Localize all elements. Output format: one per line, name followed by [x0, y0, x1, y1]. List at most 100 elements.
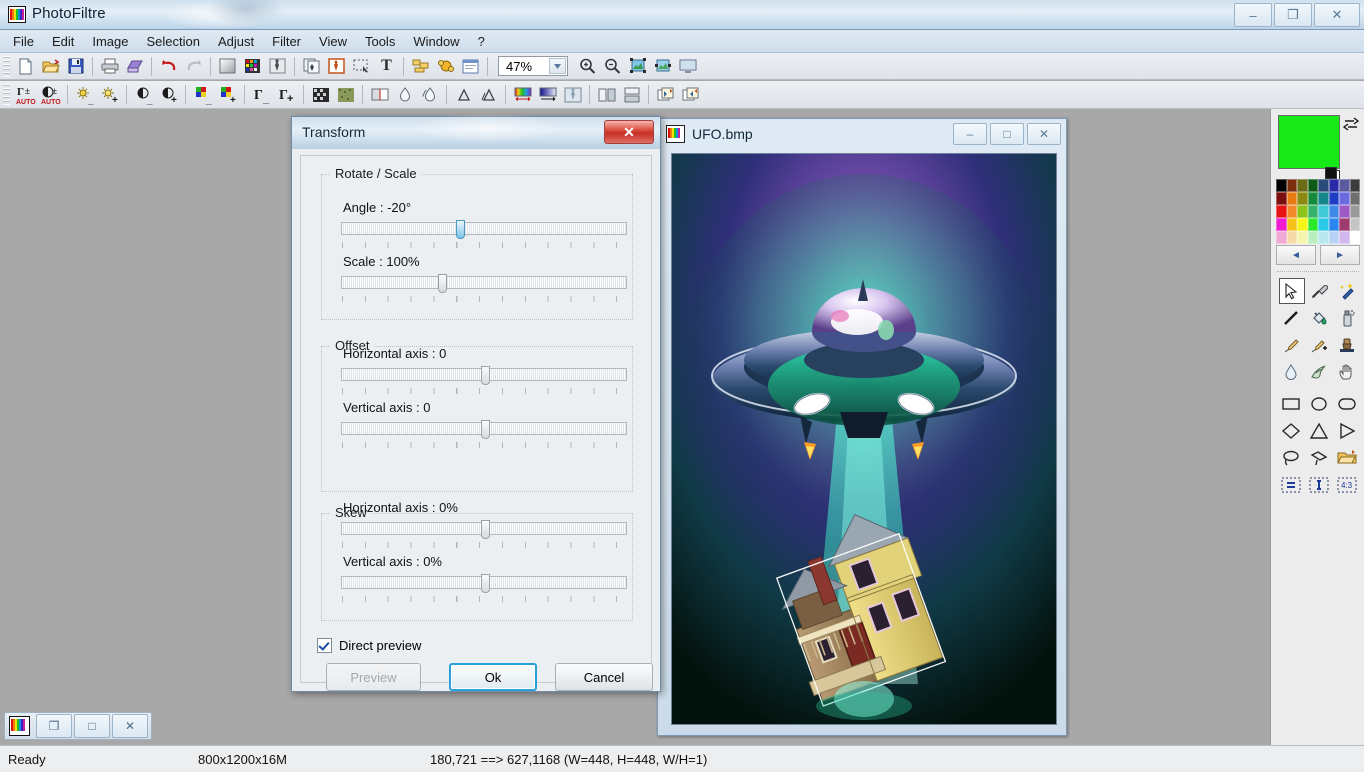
angle-slider-thumb[interactable] — [456, 220, 465, 239]
palette-swatch[interactable] — [1339, 218, 1350, 231]
shape-rectangle[interactable] — [1277, 390, 1305, 417]
palette-swatch[interactable] — [1276, 205, 1287, 218]
selection-ratio-fixed[interactable] — [1305, 471, 1333, 498]
rotate-right-icon[interactable] — [679, 83, 702, 106]
palette-swatch[interactable] — [1307, 218, 1318, 231]
image-close-button[interactable]: ✕ — [1027, 123, 1061, 145]
skew-horizontal-thumb[interactable] — [481, 520, 490, 539]
palette-swatch[interactable] — [1276, 231, 1287, 244]
maximize-child-button[interactable]: □ — [74, 714, 110, 738]
palette-swatch[interactable] — [1349, 192, 1360, 205]
flip-vertical-icon[interactable] — [620, 83, 643, 106]
sharpen-more-icon[interactable] — [477, 83, 500, 106]
dither-icon[interactable] — [309, 83, 332, 106]
palette-swatch[interactable] — [1349, 231, 1360, 244]
skew-vertical-thumb[interactable] — [481, 574, 490, 593]
palette-swatch[interactable] — [1297, 218, 1308, 231]
palette-swatch[interactable] — [1339, 205, 1350, 218]
palette-swatch[interactable] — [1328, 179, 1339, 192]
tool-paintbrush[interactable] — [1277, 331, 1305, 358]
menu-adjust[interactable]: Adjust — [209, 31, 263, 52]
selection-icon[interactable] — [350, 55, 373, 78]
new-icon[interactable] — [14, 55, 37, 78]
redo-icon[interactable] — [182, 55, 205, 78]
contrast-down-icon[interactable]: _ — [132, 83, 155, 106]
minimize-button[interactable]: – — [1234, 3, 1272, 27]
transform-dialog[interactable]: Transform ✕ Rotate / Scale Angle : -20° … — [291, 113, 661, 692]
effects-icon[interactable] — [434, 55, 457, 78]
shape-load-selection[interactable] — [1333, 444, 1361, 471]
print-preview-icon[interactable] — [123, 55, 146, 78]
copy-image-icon[interactable] — [300, 55, 323, 78]
image-minimize-button[interactable]: – — [953, 123, 987, 145]
undo-icon[interactable] — [157, 55, 180, 78]
swap-colors-icon[interactable] — [1342, 115, 1360, 131]
sharpen-icon[interactable] — [452, 83, 475, 106]
tool-smudge[interactable] — [1305, 358, 1333, 385]
gradient-icon[interactable] — [216, 55, 239, 78]
palette-swatch[interactable] — [1297, 192, 1308, 205]
menu-filter[interactable]: Filter — [263, 31, 310, 52]
dialog-close-button[interactable]: ✕ — [604, 120, 654, 144]
hue-gradient-icon[interactable] — [511, 83, 534, 106]
angle-slider[interactable] — [341, 220, 627, 239]
palette-swatch[interactable] — [1328, 192, 1339, 205]
palette-swatch[interactable] — [1297, 231, 1308, 244]
offset-vertical-slider[interactable] — [341, 420, 627, 439]
menu-view[interactable]: View — [310, 31, 356, 52]
brightness-down-icon[interactable]: _ — [73, 83, 96, 106]
halftone-icon[interactable] — [368, 83, 391, 106]
toolbar-grip[interactable] — [3, 55, 10, 77]
auto-contrast-icon[interactable]: ± AUTO — [39, 83, 62, 106]
menu-image[interactable]: Image — [83, 31, 137, 52]
tool-eyedropper[interactable] — [1305, 277, 1333, 304]
zoom-level-combobox[interactable]: 47% — [498, 56, 568, 76]
brightness-up-icon[interactable]: + — [98, 83, 121, 106]
palette-swatch[interactable] — [1276, 192, 1287, 205]
shape-triangle[interactable] — [1305, 417, 1333, 444]
ok-button[interactable]: Ok — [449, 663, 537, 691]
palette-swatch[interactable] — [1307, 231, 1318, 244]
menu-window[interactable]: Window — [404, 31, 468, 52]
gamma-down-icon[interactable]: Γ _ — [250, 83, 273, 106]
palette-swatch[interactable] — [1318, 218, 1329, 231]
image-window[interactable]: UFO.bmp – □ ✕ — [657, 118, 1067, 736]
palette-swatch[interactable] — [1286, 179, 1297, 192]
fullscreen-icon[interactable] — [676, 55, 699, 78]
shape-right-triangle[interactable] — [1333, 417, 1361, 444]
shape-diamond[interactable] — [1277, 417, 1305, 444]
image-maximize-button[interactable]: □ — [990, 123, 1024, 145]
shape-ellipse[interactable] — [1305, 390, 1333, 417]
menu-help[interactable]: ? — [469, 31, 494, 52]
close-button[interactable]: ✕ — [1314, 3, 1360, 27]
close-child-button[interactable]: ✕ — [112, 714, 148, 738]
open-icon[interactable] — [39, 55, 62, 78]
palette-swatch[interactable] — [1307, 179, 1318, 192]
shape-lasso[interactable] — [1277, 444, 1305, 471]
saturation-down-icon[interactable]: _ — [191, 83, 214, 106]
texture-icon[interactable] — [334, 83, 357, 106]
palette-swatch[interactable] — [1286, 231, 1297, 244]
tool-blur-drop[interactable] — [1277, 358, 1305, 385]
distort-icon[interactable] — [561, 83, 584, 106]
mask-icon[interactable] — [266, 55, 289, 78]
menu-tools[interactable]: Tools — [356, 31, 404, 52]
save-icon[interactable] — [64, 55, 87, 78]
palette-swatch[interactable] — [1339, 192, 1350, 205]
preview-button[interactable]: Preview — [326, 663, 421, 691]
palette-swatch[interactable] — [1339, 231, 1350, 244]
palette-icon[interactable] — [241, 55, 264, 78]
selection-ratio-equal[interactable] — [1277, 471, 1305, 498]
offset-horizontal-slider[interactable] — [341, 366, 627, 385]
palette-swatch[interactable] — [1276, 218, 1287, 231]
palette-swatch[interactable] — [1339, 179, 1350, 192]
saturation-up-icon[interactable]: + — [216, 83, 239, 106]
text-icon[interactable]: T — [375, 55, 398, 78]
contrast-up-icon[interactable]: + — [157, 83, 180, 106]
toolbar-grip[interactable] — [3, 84, 10, 105]
tool-line[interactable] — [1277, 304, 1305, 331]
layers-icon[interactable] — [409, 55, 432, 78]
palette-swatch[interactable] — [1328, 218, 1339, 231]
chevron-down-icon[interactable] — [549, 58, 566, 74]
palette-swatch[interactable] — [1318, 205, 1329, 218]
